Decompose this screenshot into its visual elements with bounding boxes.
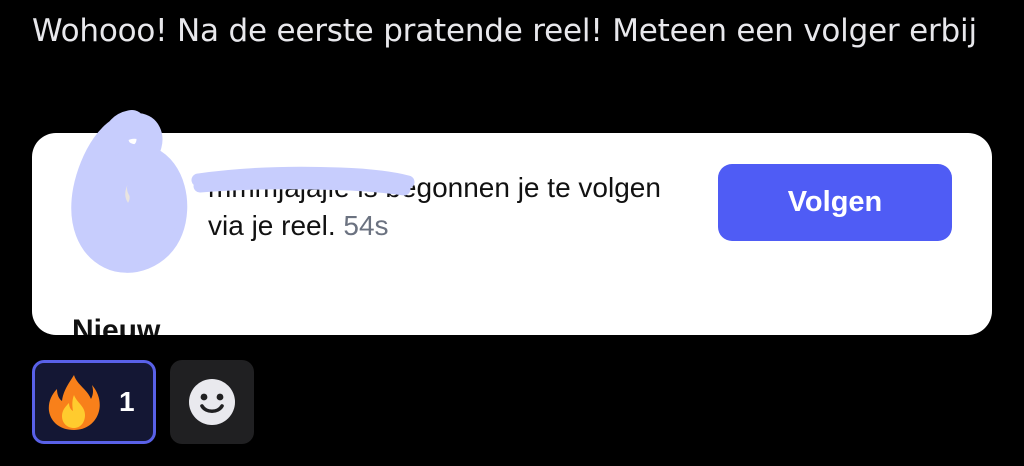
chat-message-view: Wohooo! Na de eerste pratende reel! Mete… xyxy=(0,0,1024,466)
reaction-bar: 1 xyxy=(32,360,254,444)
notification-username: mmmjajajie xyxy=(208,172,350,203)
notification-time: 54s xyxy=(343,210,389,241)
fire-emoji-icon xyxy=(48,375,100,430)
message-text: Wohooo! Na de eerste pratende reel! Mete… xyxy=(32,13,977,49)
follow-button[interactable]: Volgen xyxy=(718,164,952,241)
section-heading-new: Nieuw xyxy=(72,314,161,335)
reaction-count: 1 xyxy=(119,386,135,417)
add-reaction-button[interactable] xyxy=(170,360,254,444)
reaction-fire-chip[interactable]: 1 xyxy=(32,360,156,444)
notification-text: mmmjajajie is begonnen je te volgen via … xyxy=(208,169,688,245)
shared-screenshot-card: mmmjajajie is begonnen je te volgen via … xyxy=(32,133,992,335)
avatar xyxy=(72,157,180,265)
add-reaction-smiley-icon xyxy=(189,379,235,425)
